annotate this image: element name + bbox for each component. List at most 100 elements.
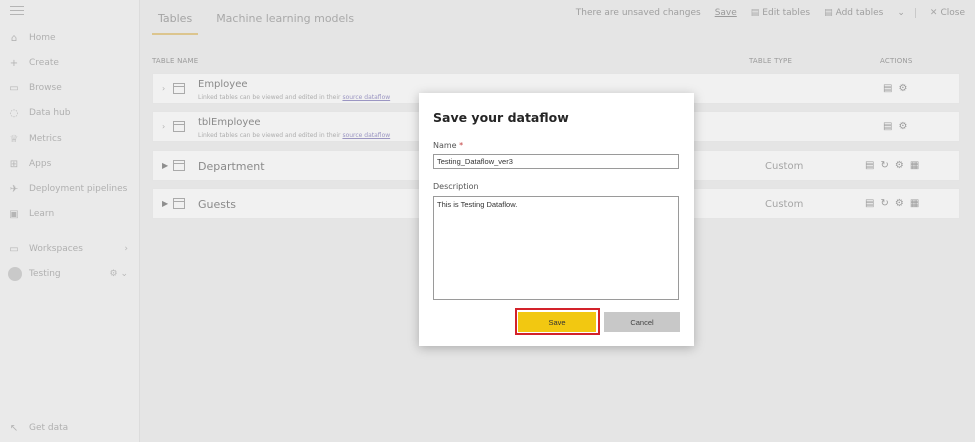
nav-get-data[interactable]: ↖ Get data	[8, 420, 136, 436]
workspaces-icon: ▭	[9, 243, 19, 255]
name-label: Name *	[433, 141, 463, 150]
row-actions: ▤ ⚙	[883, 121, 913, 132]
nav-workspace-testing[interactable]: Testing ⚙ ⌄	[8, 266, 136, 282]
nav-label: Learn	[29, 209, 55, 219]
dialog-title: Save your dataflow	[433, 110, 569, 125]
nav-workspaces[interactable]: ▭ Workspaces ›	[8, 241, 136, 257]
edit-icon[interactable]: ▤	[883, 83, 892, 94]
add-tables-icon: ▤	[824, 8, 833, 18]
history-icon[interactable]: ↻	[880, 198, 888, 209]
row-actions: ▤ ⚙	[883, 83, 913, 94]
source-dataflow-link[interactable]: source dataflow	[342, 132, 390, 139]
query-icon[interactable]: ▦	[910, 198, 919, 209]
name-input[interactable]	[433, 154, 679, 169]
tab-bar: Tables Machine learning models	[152, 12, 372, 35]
save-button[interactable]: Save	[518, 312, 596, 332]
save-dataflow-dialog: Save your dataflow Name * Description Th…	[419, 93, 694, 346]
name-label-text: Name	[433, 141, 457, 150]
linked-table-note: Linked tables can be viewed and edited i…	[198, 132, 390, 139]
arrow-up-left-icon: ↖	[9, 422, 19, 434]
edit-icon[interactable]: ▤	[865, 160, 874, 171]
description-label: Description	[433, 182, 479, 191]
plus-icon: +	[9, 57, 19, 69]
expand-arrow-icon[interactable]: ▶	[162, 199, 168, 208]
table-icon	[173, 160, 185, 171]
nav-label: Testing	[29, 269, 61, 279]
edit-icon[interactable]: ▤	[883, 121, 892, 132]
rocket-icon: ✈	[9, 183, 19, 195]
nav-create[interactable]: + Create	[8, 55, 136, 71]
table-name: Department	[198, 160, 265, 173]
nav-label: Data hub	[29, 108, 71, 118]
edit-tables-icon: ▤	[750, 8, 760, 18]
nav-label: Apps	[29, 159, 52, 169]
row-actions: ▤ ↻ ⚙ ▦	[865, 198, 925, 209]
chevron-down-icon[interactable]: ⌄	[897, 8, 905, 18]
required-mark: *	[459, 141, 464, 150]
folder-icon: ▭	[9, 82, 19, 94]
column-header-actions: ACTIONS	[880, 57, 913, 65]
query-icon[interactable]: ▦	[910, 160, 919, 171]
nav-data-hub[interactable]: ◌ Data hub	[8, 105, 136, 121]
expand-arrow-icon[interactable]: ▶	[162, 161, 168, 170]
gear-icon[interactable]: ⚙	[898, 83, 907, 94]
nav-learn[interactable]: ▣ Learn	[8, 206, 136, 222]
unsaved-status: There are unsaved changes	[575, 8, 701, 18]
close-icon: ✕	[929, 8, 938, 18]
table-name: tblEmployee	[198, 117, 261, 128]
tab-machine-learning-models[interactable]: Machine learning models	[210, 12, 360, 35]
workspace-settings-chevron-icon[interactable]: ⚙ ⌄	[110, 269, 128, 279]
save-link[interactable]: Save	[715, 8, 737, 18]
nav-apps[interactable]: ⊞ Apps	[8, 156, 136, 172]
edit-icon[interactable]: ▤	[865, 198, 874, 209]
table-icon	[173, 198, 185, 209]
row-actions: ▤ ↻ ⚙ ▦	[865, 160, 925, 171]
gear-icon[interactable]: ⚙	[895, 198, 904, 209]
edit-tables-button[interactable]: ▤ Edit tables	[751, 8, 810, 18]
workspace-avatar	[8, 267, 22, 281]
linked-table-note-text: Linked tables can be viewed and edited i…	[198, 132, 341, 139]
nav-label: Home	[29, 33, 56, 43]
hamburger-menu-icon[interactable]	[10, 6, 24, 18]
cylinder-icon: ◌	[9, 107, 19, 119]
nav-label: Deployment pipelines	[29, 184, 128, 194]
linked-table-note-text: Linked tables can be viewed and edited i…	[198, 94, 341, 101]
nav-label: Metrics	[29, 134, 62, 144]
nav-deployment-pipelines[interactable]: ✈ Deployment pipelines	[8, 181, 136, 197]
nav-metrics[interactable]: ♕ Metrics	[8, 131, 136, 147]
nav-label: Workspaces	[29, 244, 83, 254]
toolbar: There are unsaved changes Save ▤ Edit ta…	[562, 6, 965, 20]
column-header-table-type: TABLE TYPE	[749, 57, 793, 65]
history-icon[interactable]: ↻	[880, 160, 888, 171]
apps-icon: ⊞	[9, 158, 19, 170]
nav-browse[interactable]: ▭ Browse	[8, 80, 136, 96]
nav-label: Get data	[29, 423, 69, 433]
table-name: Guests	[198, 198, 237, 211]
nav-label: Browse	[29, 83, 62, 93]
linked-table-icon	[173, 83, 185, 94]
gear-icon[interactable]: ⚙	[898, 121, 907, 132]
cancel-button[interactable]: Cancel	[604, 312, 680, 332]
chevron-right-icon: ›	[124, 244, 128, 254]
gear-icon[interactable]: ⚙	[895, 160, 904, 171]
tab-tables[interactable]: Tables	[152, 12, 199, 35]
toolbar-divider	[914, 8, 916, 18]
linked-table-note: Linked tables can be viewed and edited i…	[198, 94, 390, 101]
source-dataflow-link[interactable]: source dataflow	[342, 94, 390, 101]
add-tables-label: Add tables	[835, 8, 884, 18]
table-name: Employee	[198, 79, 248, 90]
edit-tables-label: Edit tables	[762, 8, 811, 18]
description-textarea[interactable]: This is Testing Dataflow.	[433, 196, 679, 300]
table-type: Custom	[765, 161, 804, 172]
close-button[interactable]: ✕ Close	[930, 8, 965, 18]
nav-home[interactable]: ⌂ Home	[8, 30, 136, 46]
table-type: Custom	[765, 199, 804, 210]
add-tables-button[interactable]: ▤ Add tables	[824, 8, 883, 18]
home-icon: ⌂	[10, 32, 18, 44]
left-nav: ⌂ Home + Create ▭ Browse ◌ Data hub ♕ Me…	[0, 0, 140, 442]
nav-label: Create	[29, 58, 59, 68]
expand-arrow-icon[interactable]: ›	[162, 122, 165, 131]
book-icon: ▣	[9, 208, 19, 220]
expand-arrow-icon[interactable]: ›	[162, 84, 165, 93]
trophy-icon: ♕	[9, 133, 19, 145]
